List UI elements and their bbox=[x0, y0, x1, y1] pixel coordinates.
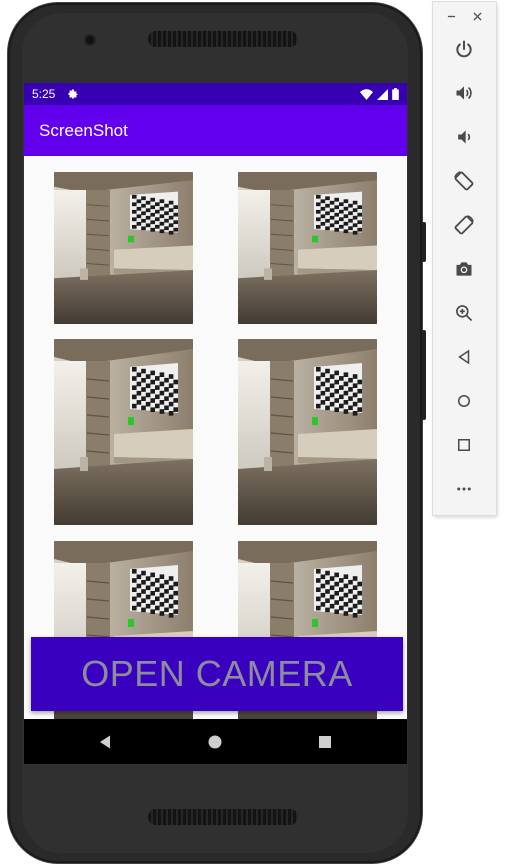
battery-icon bbox=[392, 88, 399, 100]
emulator-toolbar bbox=[433, 2, 496, 515]
more-icon bbox=[457, 487, 471, 491]
room-scene-image bbox=[238, 172, 377, 324]
volume-up-button[interactable] bbox=[451, 80, 477, 106]
room-scene-image bbox=[238, 339, 377, 525]
power-side-button bbox=[422, 222, 426, 262]
status-time: 5:25 bbox=[32, 87, 56, 101]
home-button[interactable] bbox=[451, 388, 477, 414]
room-scene-image bbox=[54, 172, 193, 324]
room-scene-image bbox=[54, 339, 193, 525]
back-icon bbox=[458, 349, 470, 365]
screenshot-thumbnail[interactable] bbox=[54, 339, 193, 525]
home-icon[interactable] bbox=[205, 732, 225, 752]
status-bar: 5:25 bbox=[24, 83, 407, 105]
navigation-bar bbox=[24, 719, 407, 764]
emulator-stage: 5:25 ScreenShot OPEN CAMERA bbox=[0, 0, 507, 867]
recents-icon[interactable] bbox=[315, 732, 335, 752]
device-screen: 5:25 ScreenShot OPEN CAMERA bbox=[24, 83, 407, 764]
app-title: ScreenShot bbox=[39, 121, 128, 140]
wifi-icon bbox=[360, 88, 373, 100]
app-bar: ScreenShot bbox=[24, 105, 407, 156]
zoom-icon bbox=[456, 305, 473, 322]
signal-icon bbox=[377, 88, 388, 100]
power-icon bbox=[456, 40, 472, 58]
minimize-icon[interactable] bbox=[447, 12, 456, 21]
volume-up-icon bbox=[456, 86, 472, 100]
rotate-right-button[interactable] bbox=[451, 212, 477, 238]
volume-side-button bbox=[422, 330, 426, 420]
home-icon bbox=[458, 395, 470, 407]
front-camera bbox=[86, 36, 94, 44]
volume-down-icon bbox=[458, 130, 471, 144]
screenshot-grid[interactable] bbox=[24, 156, 407, 719]
overview-icon bbox=[458, 439, 470, 451]
more-button[interactable] bbox=[451, 476, 477, 502]
rotate-right-icon bbox=[454, 215, 474, 235]
gear-icon bbox=[68, 89, 78, 99]
close-icon[interactable] bbox=[473, 12, 482, 21]
zoom-button[interactable] bbox=[451, 300, 477, 326]
back-button[interactable] bbox=[451, 344, 477, 370]
screenshot-thumbnail[interactable] bbox=[238, 339, 377, 525]
bottom-speaker bbox=[148, 809, 298, 825]
rotate-left-button[interactable] bbox=[451, 168, 477, 194]
rotate-left-icon bbox=[454, 171, 474, 191]
camera-icon bbox=[456, 262, 472, 276]
power-button[interactable] bbox=[451, 36, 477, 62]
back-icon[interactable] bbox=[96, 732, 116, 752]
overview-button[interactable] bbox=[451, 432, 477, 458]
top-speaker bbox=[148, 31, 298, 47]
screenshot-button[interactable] bbox=[451, 256, 477, 282]
screenshot-thumbnail[interactable] bbox=[54, 172, 193, 324]
volume-down-button[interactable] bbox=[451, 124, 477, 150]
screenshot-thumbnail[interactable] bbox=[238, 172, 377, 324]
open-camera-button[interactable]: OPEN CAMERA bbox=[31, 637, 403, 711]
